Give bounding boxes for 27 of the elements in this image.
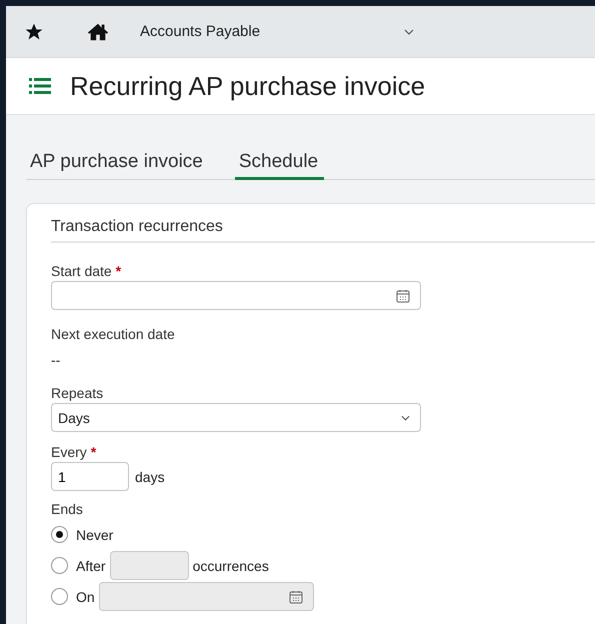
field-label: Start date (51, 263, 112, 279)
tab[interactable]: AP purchase invoice (26, 151, 209, 180)
page-title: Recurring AP purchase invoice (70, 70, 426, 102)
option-label: Never (76, 526, 114, 542)
field-label: Next execution date (51, 326, 175, 342)
field-label: Repeats (51, 385, 104, 401)
unit-label: days (135, 468, 165, 484)
tab[interactable]: Schedule (234, 151, 324, 180)
date-field[interactable] (51, 281, 421, 310)
chevron-down-icon (401, 414, 410, 420)
option-label: On (76, 588, 95, 604)
field-label: Every (51, 444, 87, 460)
field-value: -- (51, 352, 62, 368)
required-mark: * (90, 444, 96, 460)
required-mark: * (116, 263, 122, 279)
list-icon[interactable] (29, 77, 51, 95)
section-title: Transaction recurrences (51, 218, 595, 243)
field-label: Ends (51, 501, 83, 517)
calendar-icon[interactable] (396, 288, 410, 302)
star-icon[interactable] (24, 22, 44, 42)
repeats-select[interactable]: Days (51, 403, 421, 432)
unit-label: occurrences (192, 558, 269, 574)
chevron-down-icon[interactable] (404, 28, 414, 34)
radio-button[interactable] (51, 526, 68, 543)
number-input[interactable]: 1 (51, 462, 129, 491)
module-selector[interactable]: Accounts Payable (140, 23, 260, 40)
option-label: After (76, 558, 106, 574)
